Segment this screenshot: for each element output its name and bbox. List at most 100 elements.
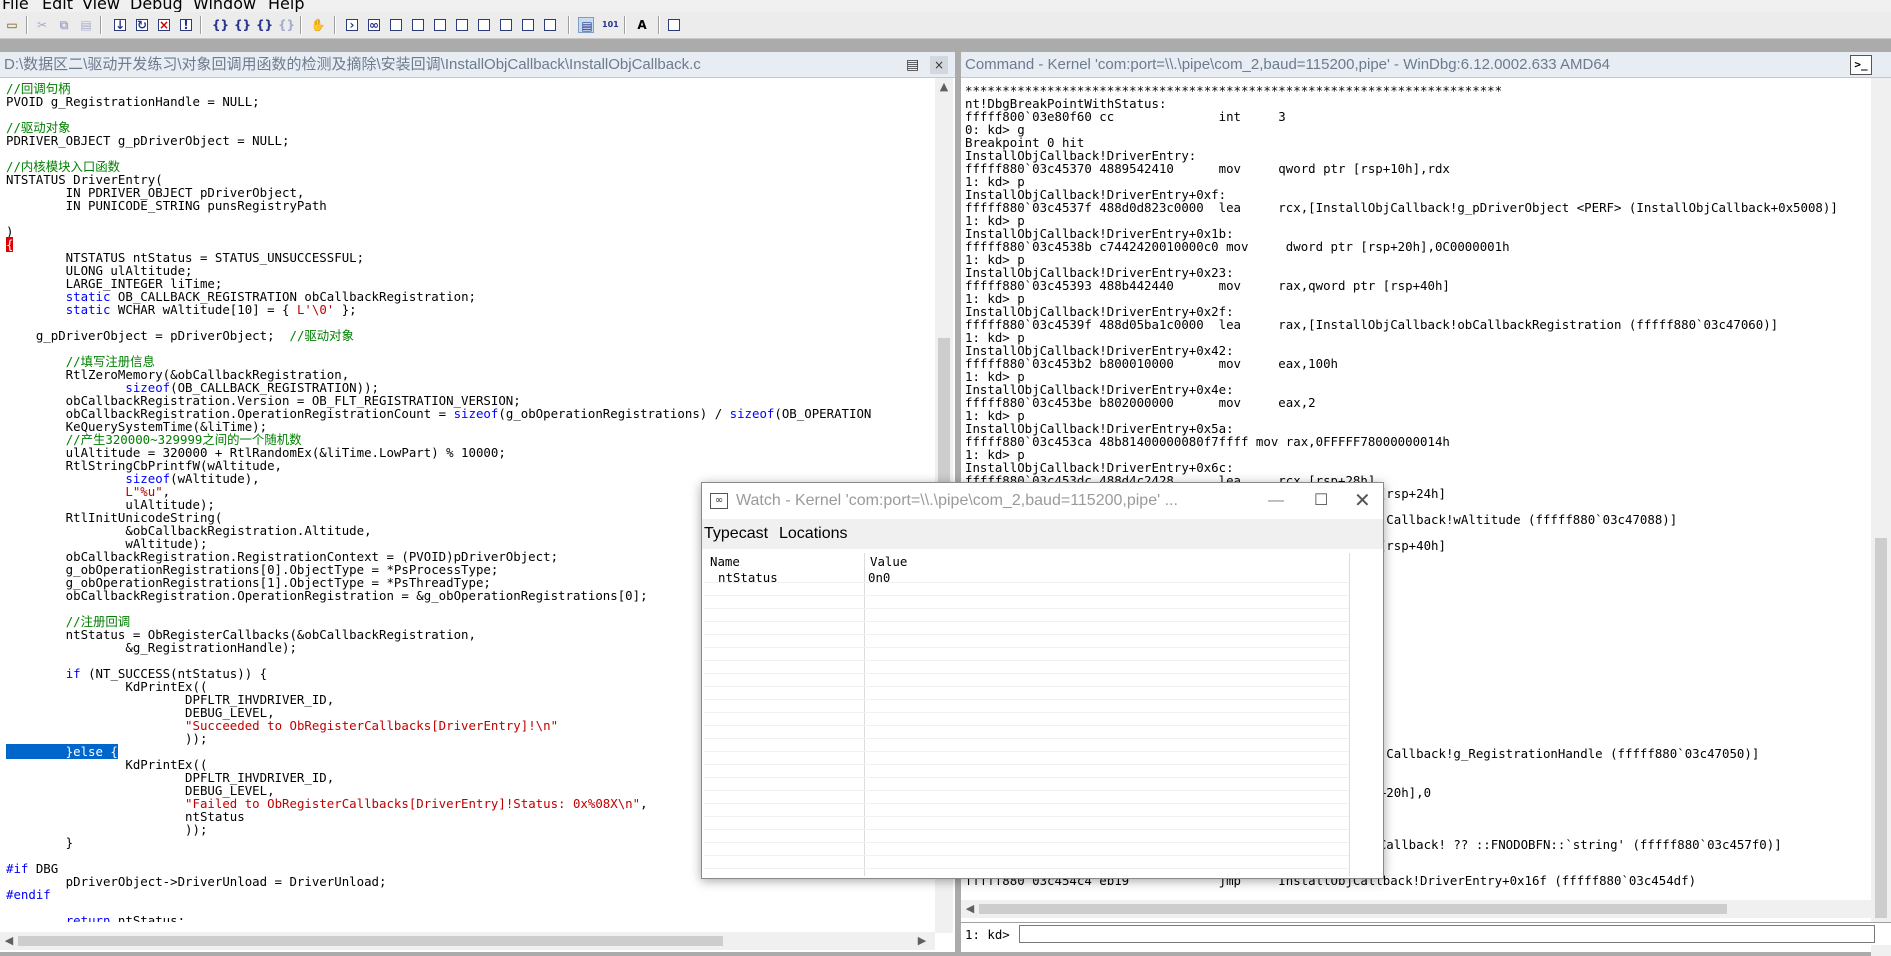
registers-window-icon[interactable]: [410, 17, 426, 33]
source-token: static: [65, 302, 111, 317]
scroll-right-icon[interactable]: ▶: [915, 934, 929, 947]
command-output-line: [1349, 656, 1782, 669]
watch-grid-row: [704, 855, 1349, 869]
watch-grid-row: [704, 777, 1349, 791]
source-line[interactable]: [6, 147, 931, 160]
command-output-line: [1349, 682, 1782, 695]
watch-window: ∞ Watch - Kernel 'com:port=\\.\pipe\com_…: [701, 482, 1384, 879]
command-output-line: [1349, 630, 1782, 643]
restart-icon[interactable]: ↻: [134, 17, 150, 33]
watch-grid-row: [704, 829, 1349, 843]
menu-window[interactable]: Window: [193, 0, 256, 12]
source-line[interactable]: #endif: [6, 888, 931, 901]
command-output-line: [1349, 708, 1782, 721]
scroll-left-icon[interactable]: ◀: [2, 934, 16, 947]
source-line[interactable]: [6, 212, 931, 225]
options-icon[interactable]: [666, 17, 682, 33]
menu-file[interactable]: File: [2, 0, 29, 12]
source-token: }: [6, 835, 74, 850]
disassembly-window-icon[interactable]: [476, 17, 492, 33]
source-menu-icon[interactable]: ▤: [904, 56, 922, 74]
menu-bar: File Edit View Debug Window Help: [0, 0, 1891, 12]
command-vertical-scrollbar[interactable]: [1871, 78, 1891, 956]
source-token: L'\0': [296, 302, 335, 317]
source-token: WCHAR wAltitude[10] = {: [110, 302, 297, 317]
command-output-line: [1349, 552, 1782, 565]
menu-help[interactable]: Help: [268, 0, 304, 12]
watch-grid-row: [704, 686, 1349, 700]
column-header-value[interactable]: Value: [870, 554, 907, 569]
watch-grid-row: [704, 816, 1349, 830]
source-horizontal-scrollbar[interactable]: ◀ ▶: [0, 932, 935, 950]
source-line[interactable]: PVOID g_RegistrationHandle = NULL;: [6, 95, 931, 108]
command-hscroll-thumb[interactable]: [979, 904, 1727, 914]
source-mode-on-icon[interactable]: ▤: [578, 17, 594, 33]
font-icon[interactable]: A: [634, 17, 650, 33]
step-out-icon[interactable]: {}: [256, 17, 273, 33]
source-token: //驱动对象: [289, 328, 354, 343]
menu-view[interactable]: View: [82, 0, 120, 12]
command-output-line: [1349, 799, 1782, 812]
menu-debug[interactable]: Debug: [130, 0, 183, 12]
cut-icon[interactable]: ✂: [34, 17, 50, 33]
memory-window-icon[interactable]: [432, 17, 448, 33]
source-line[interactable]: return ntStatus;: [6, 914, 931, 922]
scroll-up-icon[interactable]: ▲: [935, 80, 953, 93]
source-line[interactable]: ): [6, 225, 931, 238]
source-token: ,: [640, 796, 648, 811]
source-line[interactable]: [6, 108, 931, 121]
watch-grid-row: [704, 595, 1349, 609]
column-header-name[interactable]: Name: [710, 554, 740, 569]
watch-window-icon[interactable]: ∞: [366, 17, 382, 33]
command-window-icon[interactable]: ›: [344, 17, 360, 33]
command-output-line: [1349, 695, 1782, 708]
typecast-tab[interactable]: Typecast: [704, 519, 768, 549]
scroll-left-icon[interactable]: ◀: [963, 902, 977, 915]
watch-title: Watch - Kernel 'com:port=\\.\pipe\com_2,…: [736, 492, 1178, 509]
source-token: (OB_OPERATION: [774, 406, 872, 421]
watch-titlebar[interactable]: ∞ Watch - Kernel 'com:port=\\.\pipe\com_…: [702, 483, 1383, 519]
paste-icon[interactable]: ▤: [78, 17, 94, 33]
hex-display-icon[interactable]: 101: [602, 17, 619, 33]
go-icon[interactable]: ↓: [112, 17, 128, 33]
step-over-icon[interactable]: {}: [234, 17, 251, 33]
source-hscroll-thumb[interactable]: [18, 936, 723, 946]
open-source-file-icon[interactable]: ▭: [4, 17, 20, 33]
command-vscroll-thumb[interactable]: [1875, 538, 1887, 918]
command-horizontal-scrollbar[interactable]: ◀: [961, 900, 1871, 918]
minimize-icon[interactable]: —: [1268, 483, 1284, 519]
source-line[interactable]: static WCHAR wAltitude[10] = { L'\0' };: [6, 303, 931, 316]
menu-edit[interactable]: Edit: [42, 0, 73, 12]
command-output-line: fffff880`03c4539f 488d05ba1c0000 lea rax…: [965, 317, 1779, 332]
source-line[interactable]: IN PUNICODE_STRING punsRegistryPath: [6, 199, 931, 212]
command-prompt-icon[interactable]: >_: [1850, 55, 1872, 75]
source-token: &g_RegistrationHandle);: [6, 640, 297, 655]
command-window-title: Command - Kernel 'com:port=\\.\pipe\com_…: [965, 56, 1610, 73]
locals-window-icon[interactable]: [388, 17, 404, 33]
command-output-line: [rsp+20h],0: [1349, 785, 1432, 800]
command-output-line: [1349, 565, 1782, 578]
watch-grid-row: [704, 842, 1349, 856]
run-to-cursor-icon[interactable]: {}: [278, 17, 295, 33]
source-mode-icon[interactable]: [542, 17, 558, 33]
column-divider: [1349, 553, 1350, 876]
close-icon[interactable]: ✕: [1354, 483, 1371, 519]
command-output-line: [1349, 760, 1782, 773]
hand-icon[interactable]: ✋: [310, 17, 326, 33]
locations-tab[interactable]: Locations: [779, 519, 848, 549]
source-line[interactable]: PDRIVER_OBJECT g_pDriverObject = NULL;: [6, 134, 931, 147]
watch-grid-row: [704, 738, 1349, 752]
command-input[interactable]: [1019, 925, 1875, 943]
source-line[interactable]: g_pDriverObject = pDriverObject; //驱动对象: [6, 329, 931, 342]
source-token: sizeof: [729, 406, 775, 421]
call-stack-window-icon[interactable]: [454, 17, 470, 33]
scratch-pad-icon[interactable]: [498, 17, 514, 33]
source-close-icon[interactable]: ×: [930, 56, 948, 74]
step-into-icon[interactable]: {}: [212, 17, 229, 33]
command-input-row: 1: kd>: [961, 922, 1891, 945]
maximize-icon[interactable]: ☐: [1314, 483, 1328, 519]
processes-threads-icon[interactable]: [520, 17, 536, 33]
break-icon[interactable]: !: [178, 17, 194, 33]
stop-debugging-icon[interactable]: ×: [156, 17, 172, 33]
copy-icon[interactable]: ⧉: [56, 17, 72, 33]
